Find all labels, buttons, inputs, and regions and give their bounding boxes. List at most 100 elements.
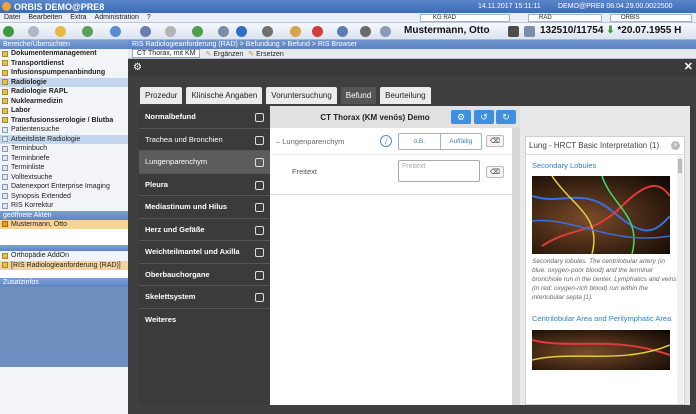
ob-option[interactable]: o.B. — [399, 134, 440, 149]
folder-icon[interactable] — [55, 26, 66, 37]
menu-datei[interactable]: Datei — [4, 14, 20, 21]
section-label[interactable]: – Lungenparenchym — [276, 137, 344, 146]
close-icon[interactable]: ✕ — [684, 60, 693, 73]
reference-scrollbar[interactable] — [677, 156, 683, 404]
category-label: Herz und Gefäße — [145, 224, 205, 234]
refresh-icon[interactable] — [82, 26, 93, 37]
module-icon — [2, 262, 8, 268]
nav-item-orthopaedie[interactable]: Orthopädie AddOn — [0, 251, 128, 261]
add-button[interactable]: ✎ Ergänzen — [205, 50, 243, 58]
nav-item-terminliste[interactable]: Terminliste — [0, 163, 128, 173]
scroll-track[interactable] — [512, 128, 520, 405]
eraser-icon[interactable]: ⌫ — [486, 166, 504, 178]
back-icon[interactable] — [3, 26, 14, 37]
close-icon[interactable]: × — [671, 141, 680, 150]
info-icon[interactable]: i — [380, 135, 392, 147]
category-weichteilmantel[interactable]: Weichteilmantel und Axilla — [139, 241, 270, 264]
settings-icon[interactable] — [360, 26, 371, 37]
nav-item-synopsis[interactable]: Synopsis Extended — [0, 192, 128, 202]
rad-selector[interactable]: RAD — [528, 14, 602, 22]
redo-button[interactable]: ↻ — [496, 110, 516, 124]
nav-item-infusionspumpen[interactable]: Infusionspumpenanbindung — [0, 68, 128, 78]
left-navigation: Bereiche/Übersichten Dokumentenmanagemen… — [0, 40, 128, 414]
tab-befund[interactable]: Befund — [340, 87, 377, 104]
freitext-input[interactable]: Freitext — [398, 160, 480, 182]
nav-item-volltextsuche[interactable]: Volltextsuche — [0, 173, 128, 183]
nav-item-radiologie[interactable]: Radiologie — [0, 77, 128, 87]
settings-button[interactable]: ⚙ — [451, 110, 471, 124]
info-icon[interactable] — [236, 26, 247, 37]
arrow-down-icon: ⬇ — [606, 25, 615, 36]
eraser-icon[interactable]: ⌫ — [486, 135, 504, 147]
link-secondary-lobules[interactable]: Secondary Lobules — [526, 161, 684, 170]
auffaellig-option[interactable]: Auffällig — [439, 134, 482, 149]
category-pleura[interactable]: Pleura — [139, 174, 270, 196]
category-lungenparenchym[interactable]: Lungenparenchym — [139, 151, 270, 174]
nav-item-terminbriefe[interactable]: Terminbriefe — [0, 154, 128, 164]
nav-item-transportdienst[interactable]: Transportdienst — [0, 59, 128, 69]
nav-item-nuklearmedizin[interactable]: Nuklearmedizin — [0, 97, 128, 107]
pen-icon[interactable] — [290, 26, 301, 37]
kg-selector[interactable]: KG RAD — [420, 14, 510, 22]
tab-klinische-angaben[interactable]: Klinische Angaben — [186, 87, 263, 104]
document-icon[interactable] — [110, 26, 121, 37]
nav-item-labor[interactable]: Labor — [0, 106, 128, 116]
warning-icon[interactable] — [312, 26, 323, 37]
category-checkbox[interactable] — [255, 248, 264, 257]
nav-item-datenexport[interactable]: Datenexport Enterprise Imaging — [0, 182, 128, 192]
phone-icon[interactable] — [218, 26, 229, 37]
nav-item-ris-korrektur[interactable]: RIS Korrektur — [0, 201, 128, 211]
category-checkbox[interactable] — [255, 180, 264, 190]
pin-icon[interactable] — [380, 26, 391, 37]
category-checkbox[interactable] — [255, 203, 264, 212]
link-centrilobular[interactable]: Centrilobular Area and Perilymphatic Are… — [526, 314, 684, 324]
category-checkbox[interactable] — [255, 293, 264, 302]
category-weiteres[interactable]: Weiteres — [139, 309, 270, 332]
category-checkbox[interactable] — [255, 270, 264, 280]
menu-extra[interactable]: Extra — [70, 14, 86, 21]
tab-prozedur[interactable]: Prozedur — [140, 87, 183, 104]
nav-item-patientensuche[interactable]: Patientensuche — [0, 125, 128, 135]
nav-label: Transportdienst — [11, 59, 64, 67]
category-mediastinum[interactable]: Mediastinum und Hilus — [139, 196, 270, 219]
category-checkbox[interactable] — [255, 135, 264, 145]
module-icon — [2, 107, 8, 114]
menu-help[interactable]: ? — [147, 14, 151, 21]
print-icon[interactable] — [140, 26, 151, 37]
menu-administration[interactable]: Administration — [95, 14, 139, 21]
list-icon — [2, 174, 8, 180]
building-icon[interactable] — [262, 26, 273, 37]
category-label: Weiteres — [145, 315, 177, 325]
category-checkbox[interactable] — [255, 113, 264, 122]
edit-icon[interactable] — [165, 26, 176, 37]
category-herz[interactable]: Herz und Gefäße — [139, 219, 270, 241]
category-trachea[interactable]: Trachea und Bronchien — [139, 129, 270, 151]
nav-item-dokumentenmanagement[interactable]: Dokumentenmanagement — [0, 49, 128, 59]
nav-item-terminbuch[interactable]: Terminbuch — [0, 144, 128, 154]
document-selector[interactable]: CT Thorax, mit KM — [132, 49, 201, 58]
scroll-thumb[interactable] — [678, 159, 682, 173]
section-header-areas[interactable]: Bereiche/Übersichten — [0, 40, 128, 49]
category-label: Skelettsystem — [145, 292, 196, 302]
tab-beurteilung[interactable]: Beurteilung — [380, 87, 431, 104]
nav-item-transfusion[interactable]: Transfusionsserologie / Blutba — [0, 116, 128, 126]
nav-item-arbeitsliste[interactable]: Arbeitsliste Radiologie — [0, 134, 128, 144]
replace-button[interactable]: ✎ Ersetzen — [248, 50, 283, 58]
open-patient-file[interactable]: Mustermann, Otto — [0, 219, 128, 229]
tab-voruntersuchung[interactable]: Voruntersuchung — [266, 87, 337, 104]
nav-item-radiologie-rapl[interactable]: Radiologie RAPL — [0, 87, 128, 97]
category-oberbauch[interactable]: Oberbauchorgane — [139, 264, 270, 286]
section-header-open-files[interactable]: geöffnete Akten — [0, 210, 128, 220]
category-checkbox[interactable] — [255, 158, 264, 167]
orbis-selector[interactable]: ORBIS — [610, 14, 692, 22]
nav-item-ris-anforderung[interactable]: [RIS Radiologieanforderung (RAD)] — [0, 260, 128, 270]
section-header-zusatzinfos[interactable]: Zusatzinfos — [0, 278, 128, 287]
category-normalbefund[interactable]: Normalbefund — [139, 106, 270, 129]
sync-icon[interactable] — [192, 26, 203, 37]
category-skelett[interactable]: Skelettsystem — [139, 286, 270, 309]
user-search-icon[interactable] — [337, 26, 348, 37]
forward-icon[interactable] — [28, 26, 39, 37]
category-checkbox[interactable] — [255, 225, 264, 235]
menu-bearbeiten[interactable]: Bearbeiten — [28, 14, 62, 21]
undo-button[interactable]: ↺ — [474, 110, 494, 124]
